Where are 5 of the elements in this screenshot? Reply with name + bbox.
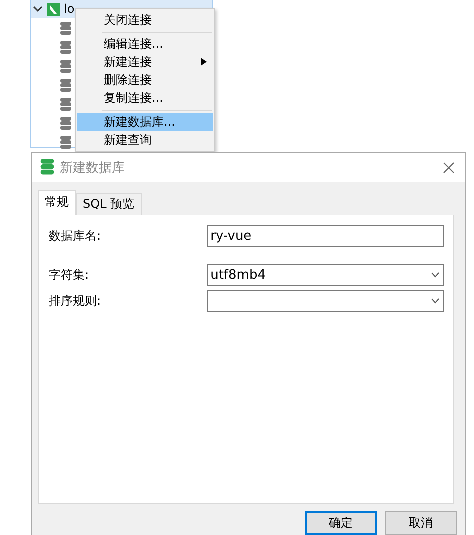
field-label: 字符集: [49, 266, 90, 284]
node-label: lo [64, 2, 75, 16]
window-title: 新建数据库 [60, 160, 126, 176]
field-label: 排序规则: [49, 292, 102, 310]
field-label: 数据库名: [49, 228, 102, 244]
